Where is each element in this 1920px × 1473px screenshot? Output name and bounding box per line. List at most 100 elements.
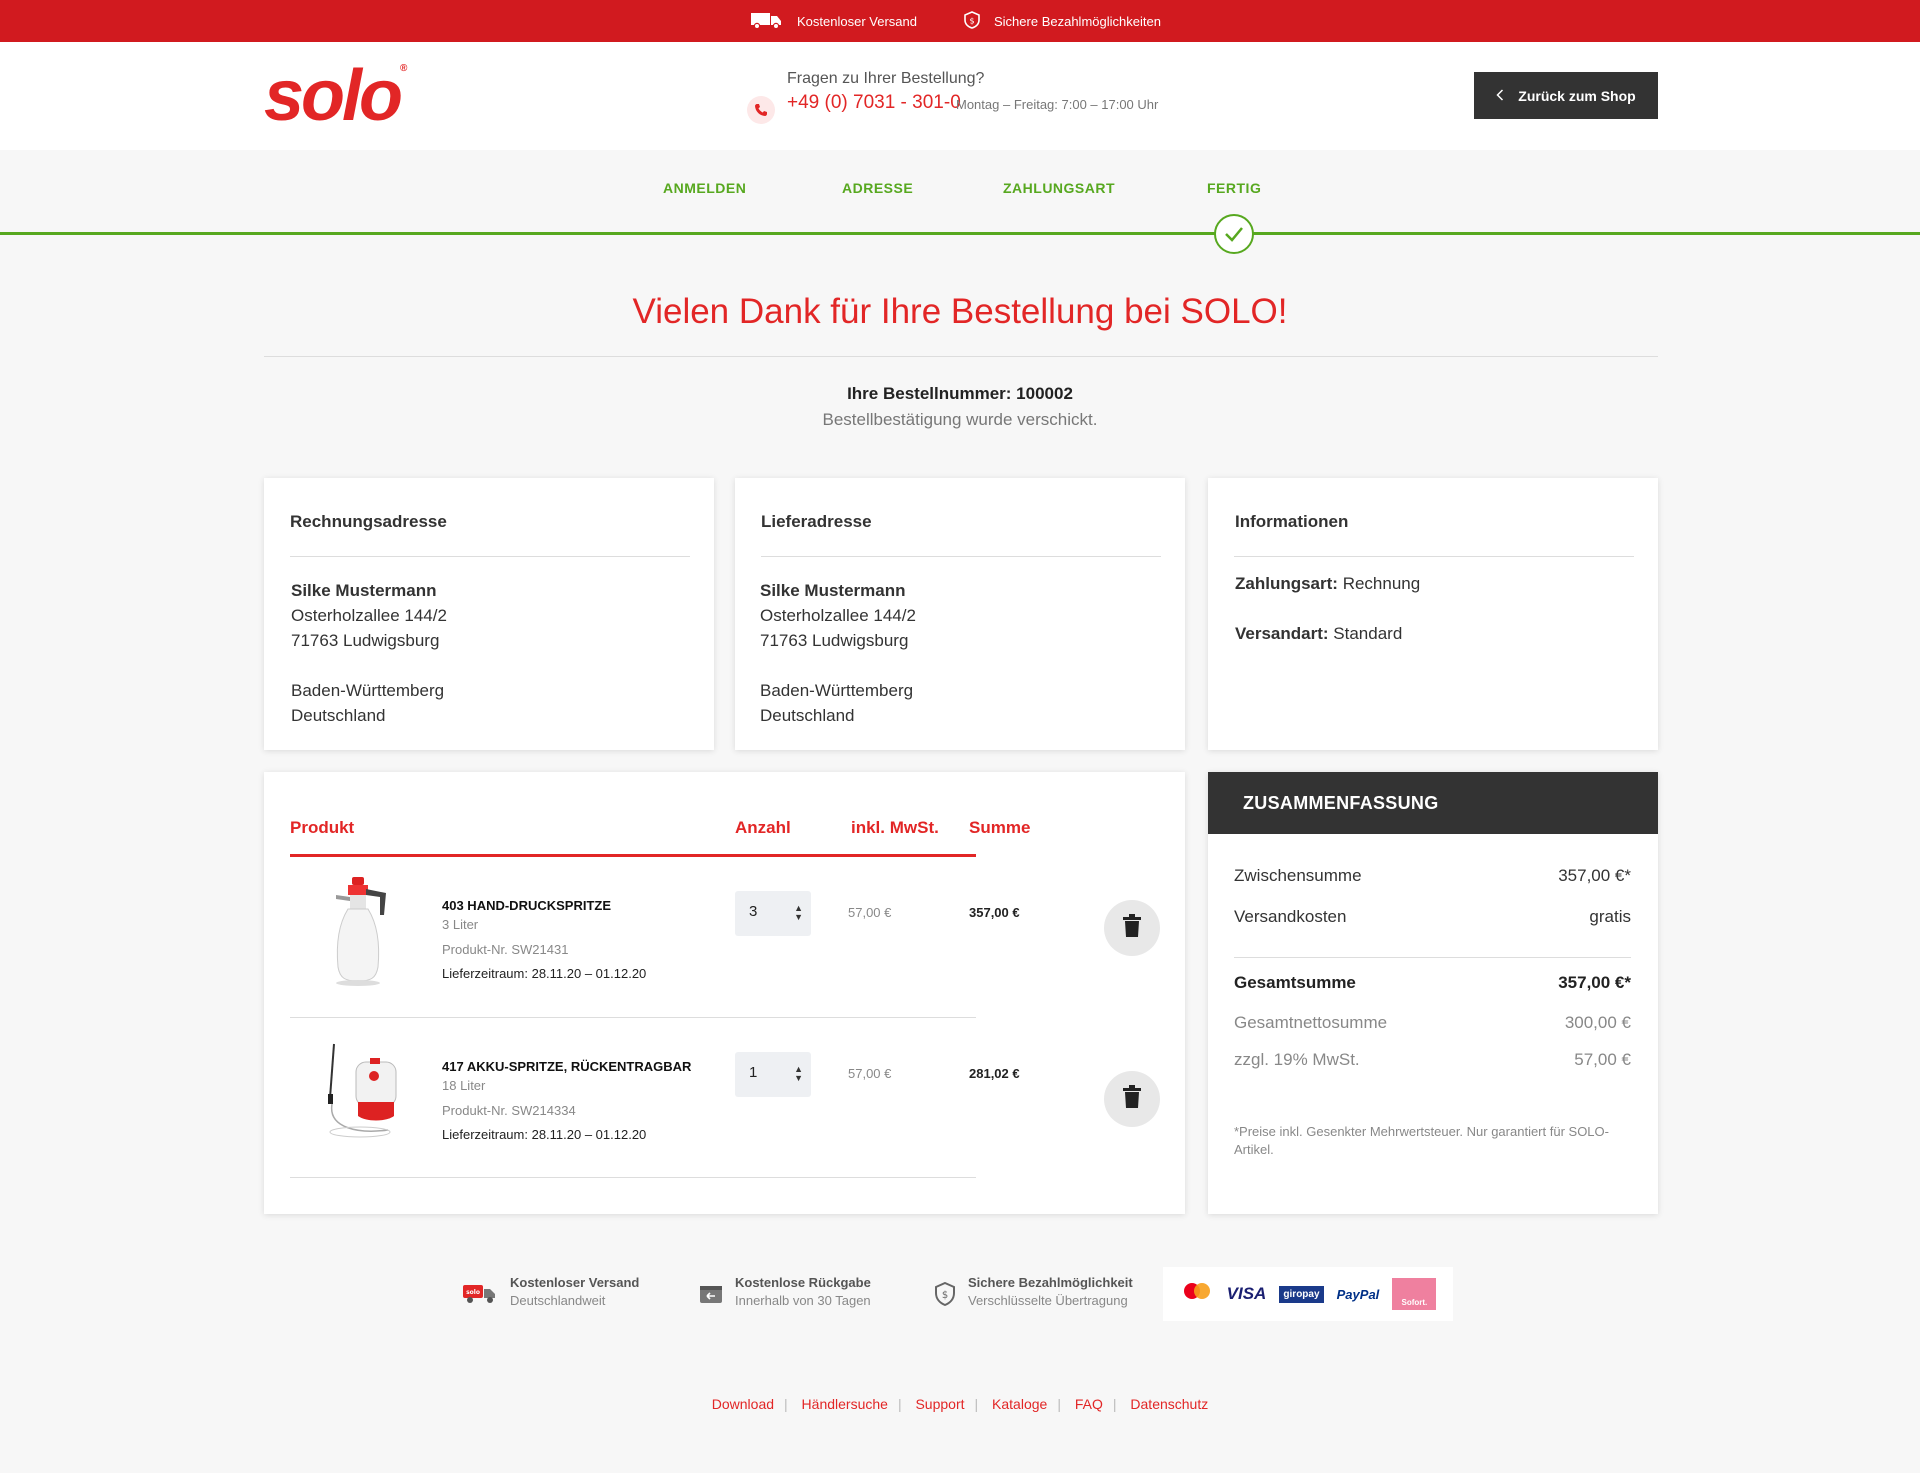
col-header-product: Produkt <box>290 818 355 837</box>
summary-card: ZUSAMMENFASSUNG Zwischensumme 357,00 €* … <box>1208 772 1658 1214</box>
footer-link-faq[interactable]: FAQ <box>1075 1396 1103 1412</box>
product-delivery: Lieferzeitraum: 28.11.20 – 01.12.20 <box>442 966 647 981</box>
back-to-shop-button[interactable]: Zurück zum Shop <box>1474 72 1658 119</box>
trash-icon <box>1122 1084 1142 1114</box>
phone-icon <box>747 96 775 124</box>
total-row: Gesamtsumme 357,00 €* <box>1234 973 1631 993</box>
checkmark-icon <box>1214 214 1254 254</box>
footer-link-catalogs[interactable]: Kataloge <box>992 1396 1047 1412</box>
quantity-select[interactable]: 3 ▲ ▼ <box>735 891 811 936</box>
svg-text:$: $ <box>969 16 974 25</box>
product-line-sum: 281,02 € <box>969 1066 1020 1081</box>
shipping-cost-value: gratis <box>1589 907 1631 926</box>
shield-icon: $ <box>934 1281 956 1311</box>
checkout-steps: ANMELDEN ADRESSE ZAHLUNGSART FERTIG <box>0 150 1920 235</box>
remove-item-button[interactable] <box>1104 1071 1160 1127</box>
footer-link-dealer-search[interactable]: Händlersuche <box>802 1396 888 1412</box>
product-unit-price: 57,00 € <box>848 1066 892 1081</box>
product-name[interactable]: 403 HAND-DRUCKSPRITZE <box>442 898 611 913</box>
product-image-hand-sprayer[interactable] <box>318 875 404 989</box>
sofort-icon: Sofort. <box>1392 1278 1437 1310</box>
shipping-cost-row: Versandkosten gratis <box>1234 907 1631 927</box>
payment-method: Zahlungsart: Rechnung <box>1235 574 1420 594</box>
shipping-cost-label: Versandkosten <box>1234 907 1347 926</box>
order-items-card: Produkt Anzahl inkl. MwSt. Summe 403 HAN… <box>264 772 1185 1214</box>
return-icon <box>699 1284 723 1309</box>
order-number: Ihre Bestellnummer: 100002 <box>847 384 1073 403</box>
visa-icon: VISA <box>1226 1284 1267 1303</box>
quantity-select[interactable]: 1 ▲ ▼ <box>735 1052 811 1097</box>
topbar-payment: $ Sichere Bezahlmöglichkeiten <box>964 0 1161 42</box>
shipping-country: Deutschland <box>760 706 855 725</box>
shipping-street: Osterholzallee 144/2 <box>760 606 916 625</box>
trust-shipping-title: Kostenloser Versand <box>510 1275 640 1290</box>
vat-row: zzgl. 19% MwSt. 57,00 € <box>1234 1050 1631 1070</box>
step-anmelden[interactable]: ANMELDEN <box>663 180 746 196</box>
payment-logos: VISA giropay PayPal Sofort. <box>1163 1267 1453 1321</box>
product-unit-price: 57,00 € <box>848 905 892 920</box>
vat-value: 57,00 € <box>1574 1050 1631 1069</box>
information-card: Informationen Zahlungsart: Rechnung Vers… <box>1208 478 1658 750</box>
footer-links: Download | Händlersuche | Support | Katalog… <box>711 1396 1209 1412</box>
step-adresse[interactable]: ADRESSE <box>842 180 913 196</box>
topbar-payment-text: Sichere Bezahlmöglichkeiten <box>994 13 1161 29</box>
remove-item-button[interactable] <box>1104 900 1160 956</box>
paypal-icon: PayPal <box>1336 1286 1380 1302</box>
product-image-backpack-sprayer[interactable] <box>318 1038 404 1152</box>
order-confirmation-text: Bestellbestätigung wurde verschickt. <box>822 410 1098 429</box>
subtotal-value: 357,00 €* <box>1558 866 1631 885</box>
truck-icon: solo <box>462 1282 498 1309</box>
price-note: *Preise inkl. Gesenkter Mehrwertsteuer. … <box>1234 1124 1609 1157</box>
shipping-address-card: Lieferadresse Silke Mustermann Osterholz… <box>735 478 1185 750</box>
billing-street: Osterholzallee 144/2 <box>291 606 447 625</box>
footer-link-privacy[interactable]: Datenschutz <box>1130 1396 1208 1412</box>
shipping-state: Baden-Württemberg <box>760 681 914 700</box>
product-size: 18 Liter <box>442 1078 486 1093</box>
phone-number[interactable]: +49 (0) 7031 - 301-0 <box>787 92 961 114</box>
shipping-city: 71763 Ludwigsburg <box>760 631 909 650</box>
step-zahlungsart[interactable]: ZAHLUNGSART <box>1003 180 1115 196</box>
product-sku: Produkt-Nr. SW214334 <box>442 1103 576 1118</box>
divider <box>264 356 1658 357</box>
contact-question: Fragen zu Ihrer Bestellung? <box>787 70 985 87</box>
trust-payment-title: Sichere Bezahlmöglichkeit <box>968 1275 1133 1290</box>
trust-shipping: solo Kostenloser Versand Deutschlandweit <box>462 1275 639 1309</box>
footer-link-support[interactable]: Support <box>915 1396 964 1412</box>
product-line-sum: 357,00 € <box>969 905 1020 920</box>
billing-address: Silke Mustermann Osterholzallee 144/2 71… <box>291 578 447 728</box>
shipping-method-label: Versandart: <box>1235 624 1329 643</box>
vat-label: zzgl. 19% MwSt. <box>1234 1050 1360 1069</box>
updown-arrows-icon: ▲ ▼ <box>794 1064 803 1083</box>
opening-hours: Montag – Freitag: 7:00 – 17:00 Uhr <box>956 97 1159 112</box>
col-header-sum: Summe <box>969 818 1031 837</box>
payment-method-label: Zahlungsart: <box>1235 574 1338 593</box>
footer-link-download[interactable]: Download <box>712 1396 774 1412</box>
progress-line <box>0 232 1920 235</box>
product-sku: Produkt-Nr. SW21431 <box>442 942 569 957</box>
subtotal-row: Zwischensumme 357,00 €* <box>1234 866 1631 886</box>
topbar-shipping: Kostenloser Versand <box>751 0 917 42</box>
shipping-method-value: Standard <box>1333 624 1403 643</box>
trust-payment: $ Sichere Bezahlmöglichkeit Verschlüssel… <box>934 1275 1133 1311</box>
payment-method-value: Rechnung <box>1342 574 1421 593</box>
subtotal-label: Zwischensumme <box>1234 866 1362 885</box>
net-total-label: Gesamtnettosumme <box>1234 1013 1388 1032</box>
step-fertig: FERTIG <box>1207 180 1262 196</box>
shipping-name: Silke Mustermann <box>760 581 906 600</box>
shield-icon: $ <box>964 10 980 32</box>
top-bar: Kostenloser Versand $ Sichere Bezahlmögl… <box>0 0 1920 42</box>
col-header-price: inkl. MwSt. <box>851 818 939 837</box>
net-total-row: Gesamtnettosumme 300,00 € <box>1234 1013 1631 1033</box>
trust-shipping-sub: Deutschlandweit <box>510 1293 606 1308</box>
shipping-title: Lieferadresse <box>761 512 872 531</box>
divider <box>761 556 1161 557</box>
giropay-icon: giropay <box>1279 1285 1324 1303</box>
solo-logo[interactable]: solo® <box>264 60 408 132</box>
svg-text:solo: solo <box>466 1289 480 1296</box>
quantity-value: 1 <box>749 1064 758 1081</box>
col-header-qty: Anzahl <box>735 818 791 837</box>
product-delivery: Lieferzeitraum: 28.11.20 – 01.12.20 <box>442 1127 647 1142</box>
product-name[interactable]: 417 AKKU-SPRITZE, RÜCKENTRAGBAR <box>442 1059 691 1074</box>
billing-city: 71763 Ludwigsburg <box>291 631 440 650</box>
product-size: 3 Liter <box>442 917 479 932</box>
